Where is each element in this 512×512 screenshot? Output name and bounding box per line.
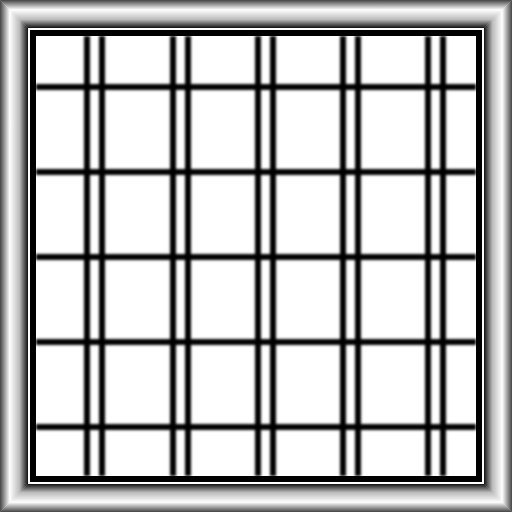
horizontal-line-3 — [36, 339, 476, 345]
beveled-frame — [0, 0, 512, 512]
horizontal-line-0 — [36, 84, 476, 90]
horizontal-line-2 — [36, 254, 476, 260]
frame-bottom — [0, 484, 512, 512]
horizontal-line-4 — [36, 424, 476, 430]
frame-left — [0, 0, 28, 512]
horizontal-line-1 — [36, 169, 476, 175]
frame-top — [0, 0, 512, 28]
grid-canvas — [0, 0, 512, 512]
frame-right — [484, 0, 512, 512]
grid-pattern — [0, 0, 512, 512]
